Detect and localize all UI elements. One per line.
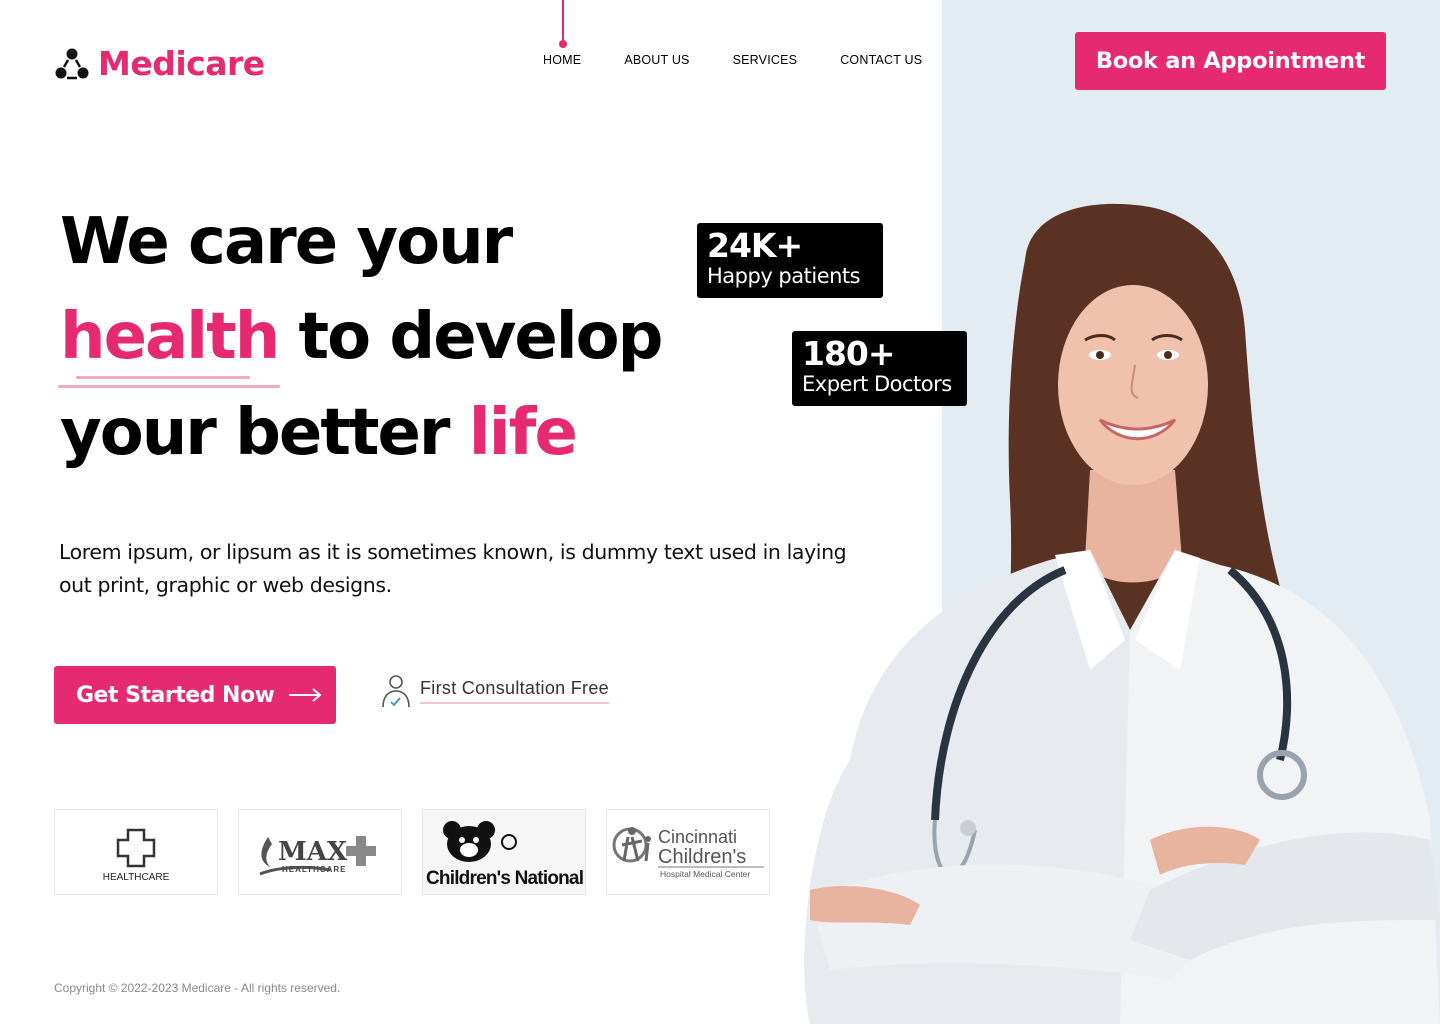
stat-value: 180+ (802, 334, 896, 373)
stat-happy-patients: 24K+ Happy patients (697, 223, 883, 298)
teddy-bear-icon: Children's National (426, 821, 584, 889)
partner-name-2: Children's (658, 846, 746, 868)
max-cross-icon: MAX HEALTHCARE (259, 836, 376, 876)
hero-highlight-life: life (468, 396, 578, 470)
stat-expert-doctors: 180+ Expert Doctors (792, 331, 967, 406)
family-icon: Cincinnati Children's Hospital Medical C… (612, 827, 764, 879)
highlight-underline (58, 385, 280, 388)
partner-name: MAX (278, 837, 348, 867)
hero-description: Lorem ipsum, or lipsum as it is sometime… (59, 540, 847, 597)
medical-cross-icon: HEALTHCARE (103, 828, 170, 882)
molecule-icon (55, 48, 89, 79)
partner-sub: Hospital Medical Center (660, 869, 750, 879)
hero-highlight-health: health (60, 300, 280, 374)
brand-name: Medicare (98, 44, 265, 83)
highlight-underline (76, 376, 250, 379)
get-started-label: Get Started Now (76, 682, 275, 708)
partner-name: HEALTHCARE (103, 872, 170, 882)
hero-title-line-2: health to develop (60, 300, 664, 374)
doctor-portrait (804, 203, 1440, 1024)
partner-name: Children's National (426, 868, 583, 889)
copyright-text: Copyright © 2022-2023 Medicare - All rig… (54, 981, 341, 995)
main-nav: HOME ABOUT US SERVICES CONTACT US (543, 53, 922, 67)
partner-logo-cincinnati-childrens: Cincinnati Children's Hospital Medical C… (606, 809, 770, 895)
hero-title-line-3: your better life (60, 396, 578, 470)
nav-active-indicator-line (562, 0, 564, 42)
partner-logo-childrens-national: Children's National (422, 809, 586, 895)
hero-title-line-2-rest: to develop (278, 300, 664, 374)
book-appointment-button[interactable]: Book an Appointment (1075, 32, 1386, 90)
stat-label: Happy patients (707, 264, 861, 288)
nav-active-indicator-dot (559, 40, 567, 48)
hero-title-line-1: We care your (60, 205, 513, 279)
get-started-button[interactable]: Get Started Now (54, 666, 336, 724)
partner-name: Cincinnati (658, 827, 737, 847)
first-consultation-label: First Consultation Free (420, 678, 609, 704)
nav-item-home[interactable]: HOME (543, 53, 581, 67)
nav-item-about-us[interactable]: ABOUT US (624, 53, 689, 67)
doctor-check-icon (382, 675, 410, 708)
stat-label: Expert Doctors (802, 372, 952, 396)
arrow-right-icon (289, 688, 322, 702)
stat-value: 24K+ (707, 226, 803, 265)
nav-item-contact-us[interactable]: CONTACT US (840, 53, 922, 67)
partner-logo-healthcare: HEALTHCARE (54, 809, 218, 895)
first-consultation-link[interactable]: First Consultation Free (380, 673, 609, 709)
brand-logo[interactable]: Medicare (54, 44, 265, 83)
partner-logo-max-healthcare: MAX HEALTHCARE (238, 809, 402, 895)
hero-title-line-3-start: your better (60, 396, 469, 470)
partner-sub: HEALTHCARE (282, 865, 347, 874)
nav-item-services[interactable]: SERVICES (733, 53, 798, 67)
